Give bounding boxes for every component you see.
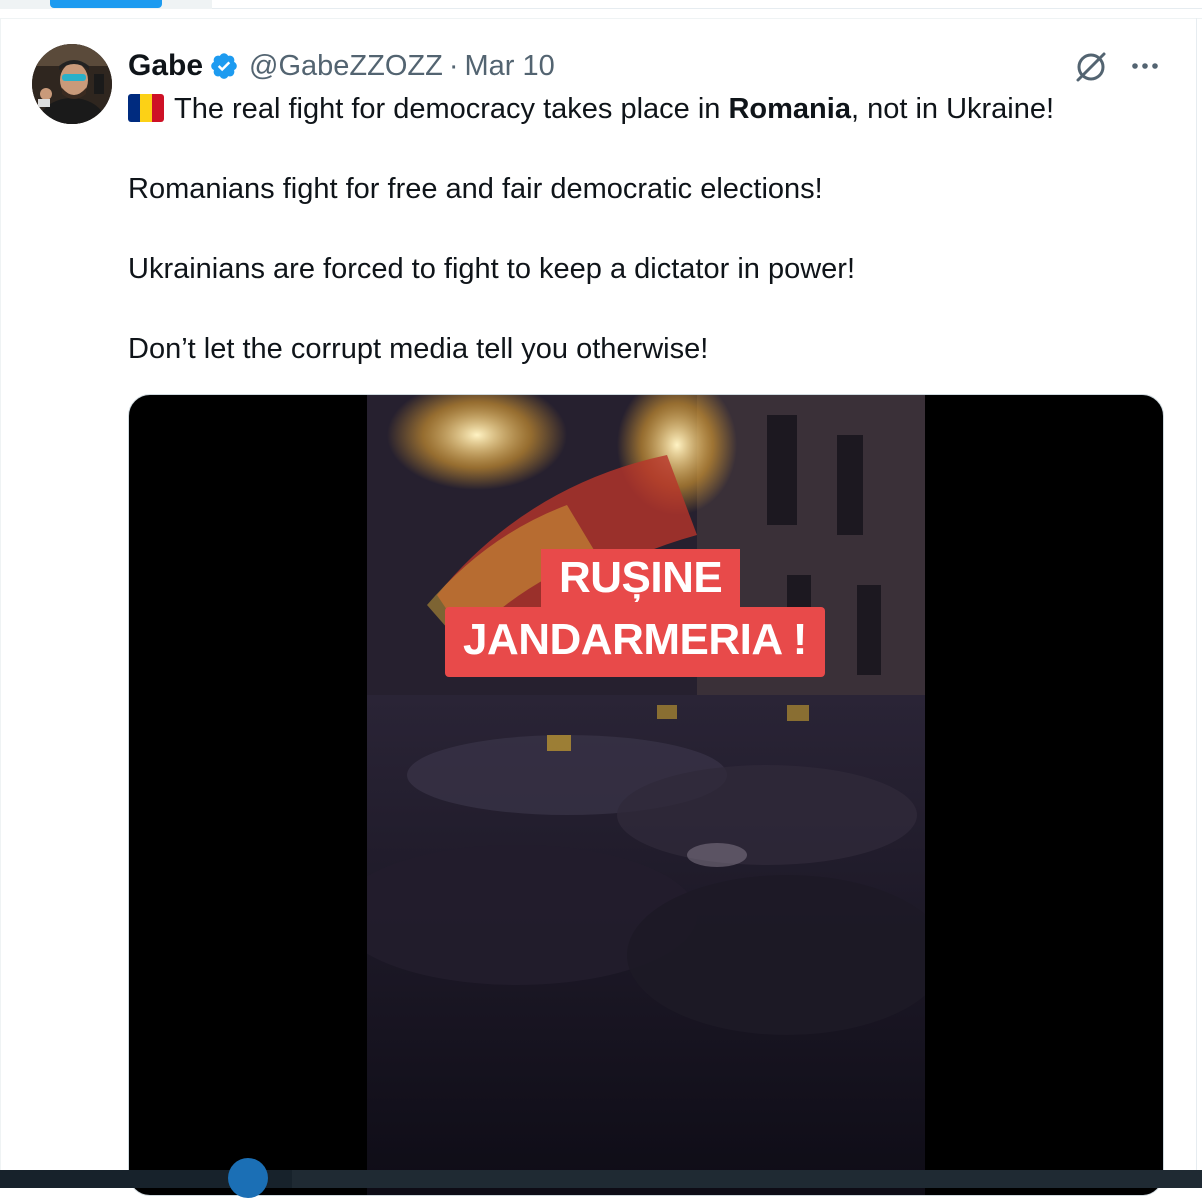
video-caption-line: RUȘINE (541, 549, 741, 607)
author-name[interactable]: Gabe (128, 49, 203, 83)
separator-dot: · (448, 49, 459, 82)
tweet-text-line: Don’t let the corrupt media tell you oth… (128, 333, 709, 365)
tweet-header: Gabe @GabeZZOZZ · Mar 10 (128, 46, 555, 86)
app-icon[interactable] (228, 1158, 268, 1198)
active-tab-indicator (50, 0, 162, 8)
video-scene (367, 395, 925, 1195)
divider (0, 18, 1202, 19)
tweet-text-line: Romanians fight for free and fair democr… (128, 173, 823, 205)
taskbar (0, 1170, 1202, 1188)
tab-strip (0, 0, 1202, 18)
divider (0, 18, 1, 1170)
tweet-text-line: Ukrainians are forced to fight to keep a… (128, 253, 855, 285)
author-handle[interactable]: @GabeZZOZZ (249, 50, 443, 83)
divider (1196, 18, 1197, 1170)
video-caption-line: JANDARMERIA ! (445, 607, 825, 677)
text-segment: The real fight for democracy takes place… (174, 93, 729, 125)
verified-badge-icon[interactable] (209, 51, 239, 81)
romania-flag-icon (128, 94, 164, 122)
tweet-date[interactable]: Mar 10 (465, 50, 555, 83)
avatar[interactable] (32, 44, 112, 124)
video-frame: RUȘINE JANDARMERIA ! (367, 395, 925, 1195)
tweet-text-line: The real fight for democracy takes place… (128, 91, 1168, 127)
grok-icon[interactable] (1072, 48, 1110, 86)
divider (212, 8, 1202, 9)
more-icon[interactable] (1127, 52, 1163, 80)
text-segment: , not in Ukraine! (850, 93, 1055, 125)
text-bold-segment: Romania (728, 93, 851, 125)
video-player[interactable]: RUȘINE JANDARMERIA ! (128, 394, 1164, 1196)
